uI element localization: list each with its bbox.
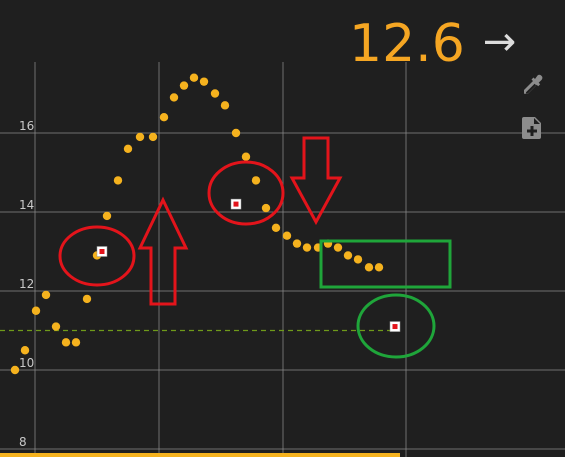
data-point bbox=[302, 243, 312, 252]
data-point bbox=[82, 294, 92, 304]
data-point bbox=[210, 89, 220, 98]
y-tick-label: 16 bbox=[19, 119, 34, 133]
data-point bbox=[282, 231, 292, 240]
data-point bbox=[113, 176, 123, 185]
y-tick-label: 8 bbox=[19, 435, 27, 449]
highlight-marker-center bbox=[233, 201, 239, 207]
data-point bbox=[61, 338, 71, 347]
arrow-right-icon: → bbox=[482, 19, 517, 65]
up-arrow-annotation bbox=[137, 196, 189, 306]
data-point bbox=[20, 346, 30, 355]
value-readout: 12.6 → bbox=[349, 12, 516, 74]
y-tick-label: 14 bbox=[19, 198, 34, 212]
app-window: 8 10 12 14 16 12.6 → bbox=[0, 0, 565, 457]
data-point bbox=[292, 239, 302, 248]
highlighted-markers bbox=[96, 198, 401, 332]
grid bbox=[0, 62, 565, 457]
data-point bbox=[231, 128, 241, 138]
data-point bbox=[271, 223, 281, 232]
y-tick-label: 10 bbox=[19, 356, 34, 370]
data-point bbox=[374, 263, 384, 272]
data-point bbox=[41, 290, 51, 300]
data-point bbox=[159, 113, 169, 122]
data-point bbox=[364, 263, 374, 272]
data-point bbox=[189, 73, 199, 82]
data-point bbox=[353, 255, 363, 264]
data-point bbox=[102, 211, 112, 221]
down-arrow-annotation bbox=[289, 136, 343, 226]
data-point bbox=[123, 144, 133, 153]
data-point bbox=[179, 81, 189, 90]
data-point bbox=[251, 176, 261, 185]
highlight-marker-center bbox=[392, 324, 398, 330]
y-axis-ticks: 8 10 12 14 16 bbox=[19, 119, 34, 449]
data-point bbox=[261, 203, 271, 213]
add-file-icon bbox=[522, 117, 541, 139]
data-point bbox=[343, 251, 353, 260]
data-point bbox=[169, 93, 179, 102]
data-point bbox=[199, 77, 209, 86]
y-tick-label: 12 bbox=[19, 277, 34, 291]
data-point bbox=[31, 306, 41, 315]
data-point bbox=[135, 132, 145, 142]
data-points bbox=[10, 73, 384, 375]
data-point bbox=[10, 365, 20, 375]
data-point bbox=[148, 132, 158, 142]
eyedropper-icon bbox=[524, 74, 543, 94]
data-point bbox=[241, 152, 251, 161]
highlight-marker-center bbox=[99, 249, 105, 254]
data-point bbox=[220, 101, 230, 110]
data-point bbox=[71, 338, 81, 347]
bottom-range-bar bbox=[0, 453, 400, 457]
add-file-button[interactable] bbox=[518, 114, 546, 142]
threshold-line bbox=[0, 329, 400, 457]
red-circle-annotation bbox=[207, 160, 285, 226]
data-point bbox=[333, 243, 343, 252]
value-readout-number: 12.6 bbox=[349, 14, 465, 74]
eyedropper-button[interactable] bbox=[518, 72, 546, 100]
data-point bbox=[51, 322, 61, 331]
